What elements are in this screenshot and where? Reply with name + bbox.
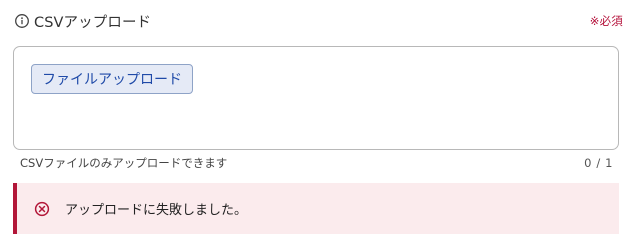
x-circle-icon <box>34 201 50 217</box>
helper-text: CSVファイルのみアップロードできます <box>20 156 228 170</box>
file-upload-button[interactable]: ファイルアップロード <box>31 64 193 94</box>
error-message: アップロードに失敗しました。 <box>65 203 248 218</box>
required-badge: ※必須 <box>589 14 623 28</box>
field-label-group: CSVアップロード <box>14 11 151 32</box>
file-dropzone[interactable]: ファイルアップロード <box>13 46 619 150</box>
error-alert: アップロードに失敗しました。 <box>13 183 619 234</box>
file-counter: 0 / 1 <box>584 156 613 170</box>
field-header: CSVアップロード ※必須 <box>14 10 623 32</box>
upload-helper-row: CSVファイルのみアップロードできます 0 / 1 <box>20 154 613 172</box>
field-label: CSVアップロード <box>34 14 152 31</box>
info-icon[interactable] <box>14 13 30 29</box>
